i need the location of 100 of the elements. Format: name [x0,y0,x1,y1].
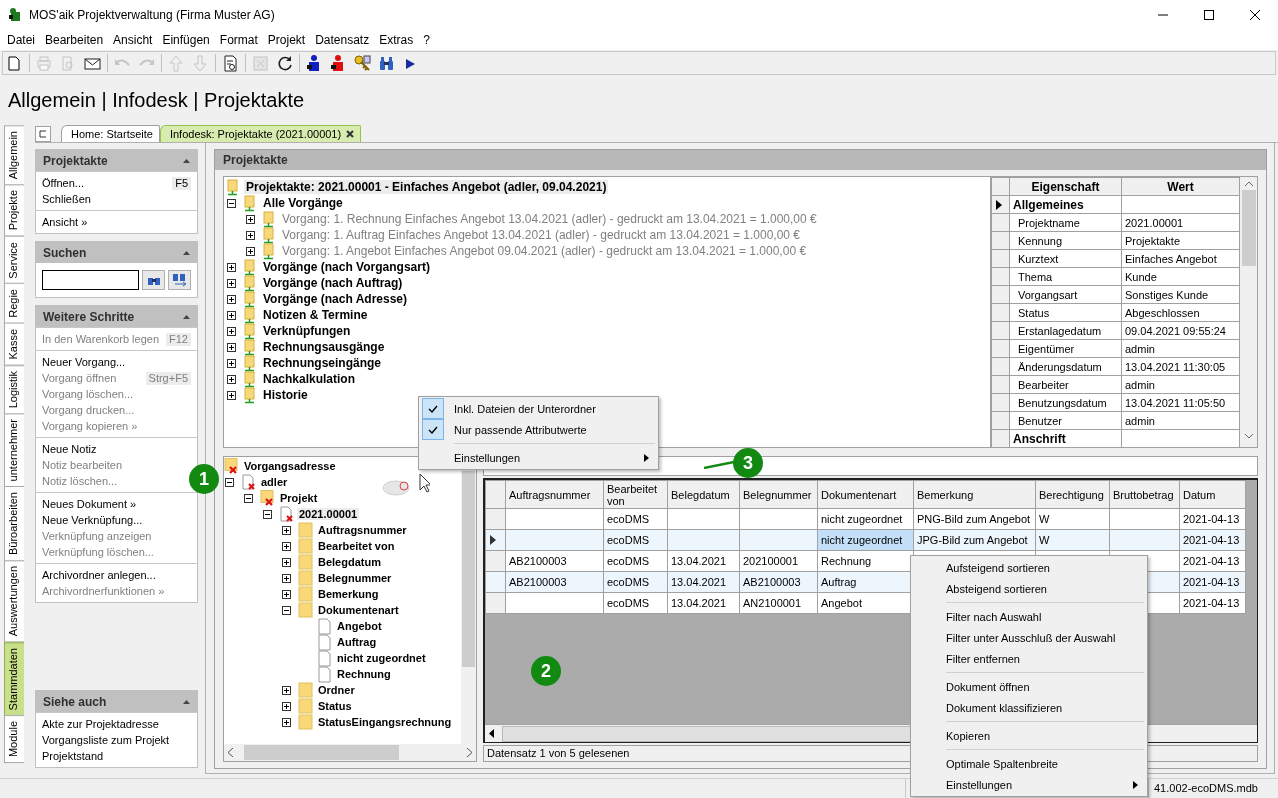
tree-item[interactable]: Vorgang: 1. Rechnung Einfaches Angebot 13.04.2021 (adler) - gedruckt am 13.04.2021 = 1.000,00 € [280,212,819,226]
expand-toggle-icon[interactable] [282,573,291,583]
document-tab[interactable]: Home: Startseite [61,125,160,142]
side-tab[interactable]: Kasse [4,323,24,366]
expand-toggle-icon[interactable] [282,701,291,711]
menu-item[interactable]: Datensatz [310,33,375,47]
tree-item[interactable]: Vorgänge (nach Auftrag) [261,276,405,290]
expand-toggle-icon[interactable] [282,605,291,615]
expand-toggle-icon[interactable] [246,230,255,240]
tree-item[interactable]: Vorgangsadresse [242,460,338,472]
collapse-caret-icon[interactable] [183,158,190,163]
side-tab[interactable]: unternehmer [4,413,24,488]
side-tab[interactable]: Regie [4,283,24,325]
scroll-right-icon[interactable] [466,748,472,757]
tree-item[interactable]: Ordner [316,684,357,696]
tree-item[interactable]: Notizen & Termine [261,308,370,322]
expand-toggle-icon[interactable] [246,246,255,256]
scrollbar-thumb[interactable] [1241,190,1256,266]
side-tab[interactable]: Projekte [4,184,24,237]
column-header[interactable]: Datum [1179,480,1246,509]
tree-item[interactable]: Nachkalkulation [261,372,358,386]
column-header[interactable]: Dokumentenart [817,480,914,509]
menu-item[interactable]: Dokument klassifizieren [912,697,1146,718]
tree-item[interactable]: Rechnungseingänge [261,356,383,370]
menu-item[interactable]: Filter entfernen [912,648,1146,669]
menu-item[interactable]: Projekt [262,33,311,47]
scrollbar-thumb[interactable] [462,471,475,667]
menu-item[interactable]: ? [418,33,435,47]
task-link[interactable]: Projektstand [42,748,191,764]
tree-item[interactable]: Vorgang: 1. Auftrag Einfaches Angebot 13.04.2021 (adler) - gedruckt am 13.04.2021 = 1.000,00 € [280,228,803,242]
menu-item[interactable]: Filter unter Ausschluß der Auswahl [912,627,1146,648]
expand-toggle-icon[interactable] [227,198,236,208]
menu-item[interactable]: Datei [2,33,40,47]
collapse-caret-icon[interactable] [183,314,190,319]
pane-toggle-icon[interactable] [39,130,47,138]
tree-item[interactable]: Dokumentenart [316,604,401,616]
tree-item[interactable]: 2021.00001 [297,508,360,520]
expand-toggle-icon[interactable] [227,342,236,352]
menu-item[interactable]: Dokument öffnen [912,676,1146,697]
task-link[interactable]: Archivordner anlegen... [42,567,191,583]
menu-item[interactable]: Nur passende Attributwerte [420,419,657,440]
collapse-caret-icon[interactable] [183,699,190,704]
expand-toggle-icon[interactable] [244,493,253,503]
task-link[interactable]: Neuer Vorgang... [42,354,191,370]
task-link[interactable]: Ansicht » [42,214,191,230]
tree-item[interactable]: Rechnung [335,668,393,680]
expand-toggle-icon[interactable] [282,589,291,599]
menu-item[interactable]: Einstellungen [420,447,657,468]
menu-item[interactable]: Kopieren [912,725,1146,746]
scroll-up-icon[interactable] [1244,181,1253,186]
menu-item[interactable]: Einfügen [157,33,215,47]
expand-toggle-icon[interactable] [246,214,255,224]
column-header[interactable]: Eigenschaft [1009,177,1122,196]
expand-toggle-icon[interactable] [282,685,291,695]
side-tab[interactable]: Module [4,715,24,764]
scroll-down-icon[interactable] [1244,434,1253,439]
menu-item[interactable]: Aufsteigend sortieren [912,557,1146,578]
tree-item[interactable]: nicht zugeordnet [335,652,428,664]
menu-item[interactable]: Ansicht [108,33,158,47]
menu-item[interactable]: Filter nach Auswahl [912,606,1146,627]
search-field[interactable] [42,270,139,290]
task-link[interactable]: Neues Dokument » [42,496,191,512]
column-header[interactable]: Bearbeitet von [603,480,668,509]
expand-toggle-icon[interactable] [227,262,236,272]
side-tab[interactable]: Logistik [4,364,24,414]
task-link[interactable]: Akte zur Projektadresse [42,716,191,732]
tree-item[interactable]: adler [259,476,290,488]
column-header[interactable]: Auftragsnummer [505,480,604,509]
menu-item[interactable]: Inkl. Dateien der Unterordner [420,398,657,419]
expand-toggle-icon[interactable] [227,374,236,384]
close-icon[interactable] [346,130,355,138]
column-header[interactable]: Wert [1121,177,1240,196]
scrollbar-thumb[interactable] [244,745,399,760]
task-link[interactable]: Öffnen... F5 [42,175,191,191]
keys-icon[interactable] [353,53,372,73]
expand-toggle-icon[interactable] [225,477,234,487]
expand-toggle-icon[interactable] [227,358,236,368]
expand-toggle-icon[interactable] [282,525,291,535]
expand-toggle-icon[interactable] [227,326,236,336]
side-tab[interactable]: Büroarbeiten [4,486,24,562]
column-header[interactable]: Bruttobetrag [1109,480,1180,509]
task-link[interactable]: Vorgangsliste zum Projekt [42,732,191,748]
tree-item[interactable]: Auftragsnummer [316,524,409,536]
document-tab[interactable]: Infodesk: Projektakte (2021.00001) [159,125,362,142]
task-link[interactable]: Neue Verknüpfung... [42,512,191,528]
maximize-icon[interactable] [1204,10,1214,20]
task-link[interactable]: Neue Notiz [42,441,191,457]
tree-item[interactable]: Status [316,700,354,712]
column-header[interactable]: Bemerkung [913,480,1036,509]
tree-item[interactable]: Alle Vorgänge [261,196,345,210]
tree-item[interactable]: Belegdatum [316,556,383,568]
tree-item[interactable]: Angebot [335,620,384,632]
expand-toggle-icon[interactable] [227,390,236,400]
menu-item[interactable]: Extras [374,33,419,47]
tree-item[interactable]: Projektakte: 2021.00001 - Einfaches Angebot (adler, 09.04.2021) [244,180,609,194]
column-header[interactable]: Belegdatum [667,480,740,509]
tree-item[interactable]: Bearbeitet von [316,540,397,552]
menu-item[interactable]: Einstellungen [912,774,1146,795]
report-icon[interactable] [221,53,240,73]
tree-item[interactable]: Verknüpfungen [261,324,353,338]
